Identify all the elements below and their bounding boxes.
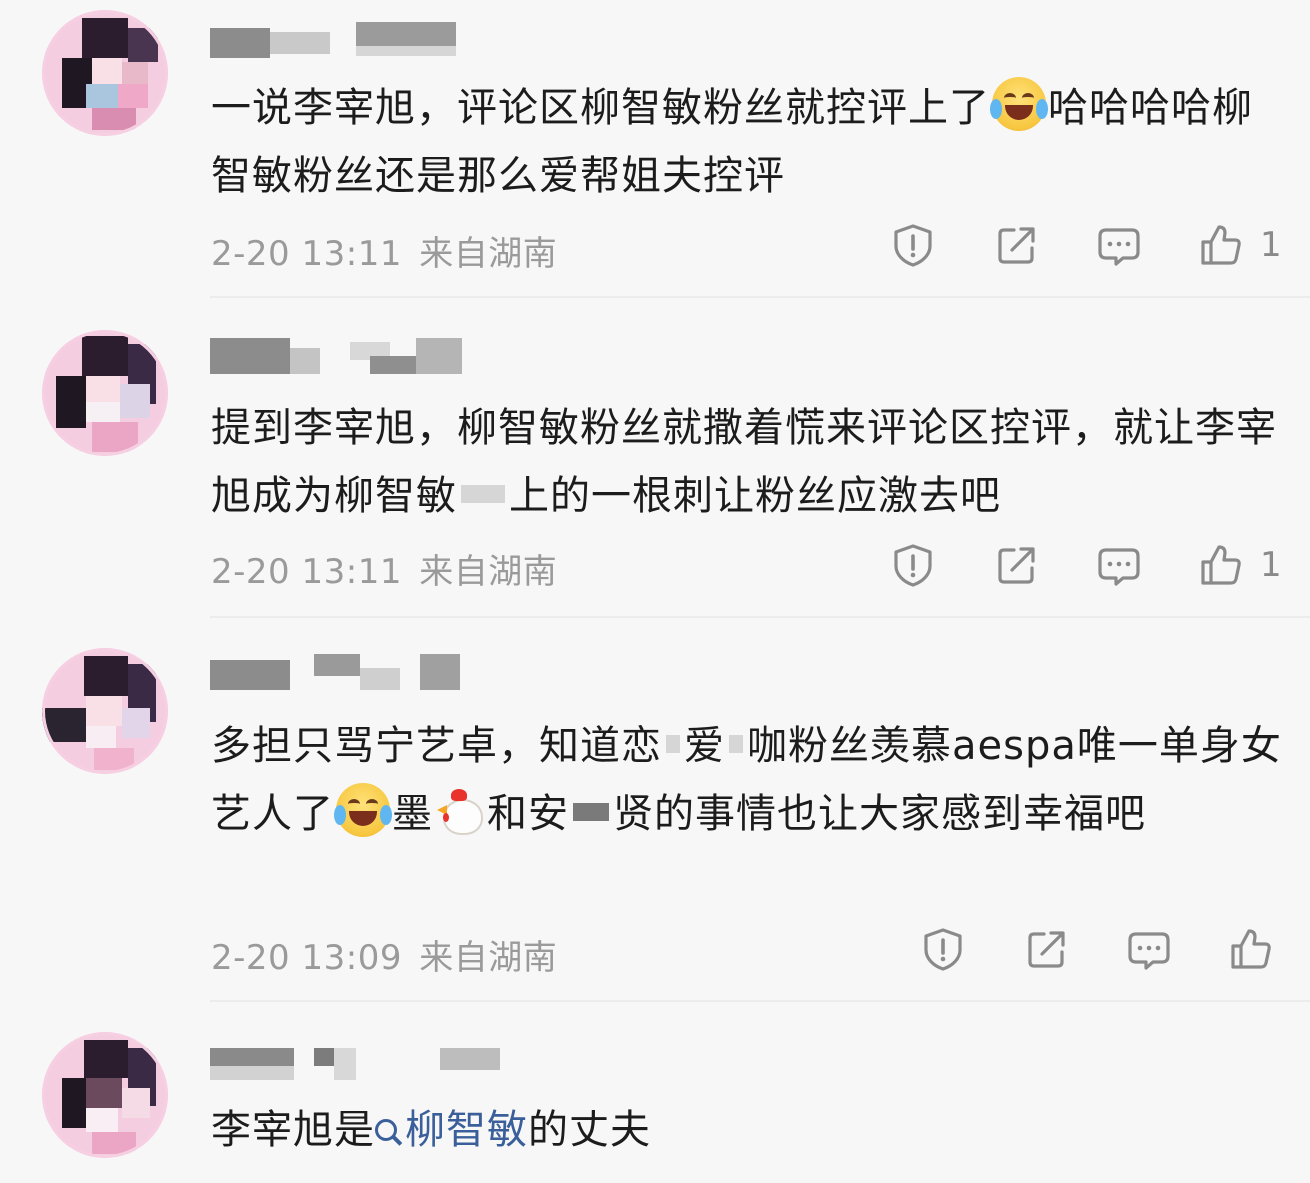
like-count: 1 xyxy=(1260,225,1282,265)
comment-icon xyxy=(1128,932,1170,970)
like-icon xyxy=(1231,929,1271,969)
share-icon xyxy=(1028,931,1065,968)
avatar[interactable] xyxy=(42,10,168,136)
topic-link-text: 柳智敏 xyxy=(405,1107,528,1153)
username-redacted[interactable] xyxy=(210,1044,500,1080)
like-count: 1 xyxy=(1260,545,1282,585)
comment-text: 一说李宰旭，评论区柳智敏粉丝就控评上了 哈哈哈哈柳智敏粉丝还是那么爱帮姐夫控评 xyxy=(211,74,1286,210)
topic-search-link[interactable]: 柳智敏 xyxy=(375,1107,528,1153)
comment-text-part: 贤的事情也让大家感到幸福吧 xyxy=(613,791,1146,837)
report-button[interactable] xyxy=(890,542,936,588)
comment-text-part: 上的一根刺让粉丝应激去吧 xyxy=(509,473,1001,519)
reply-button[interactable] xyxy=(1126,926,1172,972)
redaction-mark xyxy=(461,485,505,503)
report-button[interactable] xyxy=(890,222,936,268)
share-button[interactable] xyxy=(1024,926,1070,972)
comment-text-part: 爱 xyxy=(684,723,725,769)
share-icon xyxy=(998,227,1035,264)
reply-button[interactable] xyxy=(1096,222,1142,268)
timestamp: 2-20 13:11 xyxy=(211,552,402,592)
chicken-emoji-icon xyxy=(433,783,487,837)
timestamp: 2-20 13:11 xyxy=(211,234,402,274)
timestamp: 2-20 13:09 xyxy=(211,938,402,978)
like-icon xyxy=(1201,225,1241,265)
avatar[interactable] xyxy=(42,648,168,774)
like-button[interactable]: 1 xyxy=(1198,542,1282,588)
like-icon xyxy=(1201,545,1241,585)
like-button[interactable]: 1 xyxy=(1198,222,1282,268)
comment-text-part: 的丈夫 xyxy=(528,1107,651,1153)
report-button[interactable] xyxy=(920,926,966,972)
tears-of-joy-emoji-icon xyxy=(990,77,1048,131)
share-button[interactable] xyxy=(994,542,1040,588)
comment-actions: 1 xyxy=(890,222,1290,268)
comment-meta: 2-20 13:09 来自湖南 xyxy=(211,930,557,979)
comment-text: 多担只骂宁艺卓，知道恋爱咖粉丝羡慕aespa唯一单身女艺人了墨和安 贤的事情也让大… xyxy=(211,712,1286,848)
like-button[interactable] xyxy=(1228,926,1290,972)
share-icon xyxy=(998,547,1035,584)
comment-text: 提到李宰旭，柳智敏粉丝就撒着慌来评论区控评，就让李宰旭成为柳智敏 上的一根刺让粉丝… xyxy=(211,394,1286,530)
divider xyxy=(210,296,1310,298)
comment-text-part: 一说李宰旭，评论区柳智敏粉丝就控评上了 xyxy=(211,85,990,131)
share-button[interactable] xyxy=(994,222,1040,268)
location: 来自湖南 xyxy=(419,938,558,978)
location: 来自湖南 xyxy=(419,552,558,592)
comment-meta: 2-20 13:11 来自湖南 xyxy=(211,544,557,593)
comment-actions xyxy=(920,926,1290,972)
comment-text: 李宰旭是 柳智敏的丈夫 xyxy=(211,1096,1286,1164)
username-redacted[interactable] xyxy=(210,338,470,374)
search-icon xyxy=(375,1119,397,1141)
avatar[interactable] xyxy=(42,1032,168,1158)
username-redacted[interactable] xyxy=(210,654,470,690)
location: 来自湖南 xyxy=(419,234,558,274)
divider xyxy=(210,616,1310,618)
redaction-mark xyxy=(573,803,609,821)
comment-actions: 1 xyxy=(890,542,1290,588)
tears-of-joy-emoji-icon xyxy=(334,783,392,837)
username-redacted[interactable] xyxy=(210,22,470,58)
comment-text-part: 多担只骂宁艺卓，知道恋 xyxy=(211,723,662,769)
comment-text-part: 和安 xyxy=(487,791,569,837)
redaction-mark xyxy=(729,735,743,753)
comment-meta: 2-20 13:11 来自湖南 xyxy=(211,226,557,275)
redaction-mark xyxy=(666,735,680,753)
comment-icon xyxy=(1098,548,1140,586)
comment-icon xyxy=(1098,228,1140,266)
avatar[interactable] xyxy=(42,330,168,456)
reply-button[interactable] xyxy=(1096,542,1142,588)
comment-text-part: 李宰旭是 xyxy=(211,1107,375,1153)
report-icon xyxy=(894,544,932,587)
divider xyxy=(210,1000,1310,1002)
report-icon xyxy=(894,224,932,267)
report-icon xyxy=(924,928,962,971)
comment-text-part: 墨 xyxy=(392,791,433,837)
